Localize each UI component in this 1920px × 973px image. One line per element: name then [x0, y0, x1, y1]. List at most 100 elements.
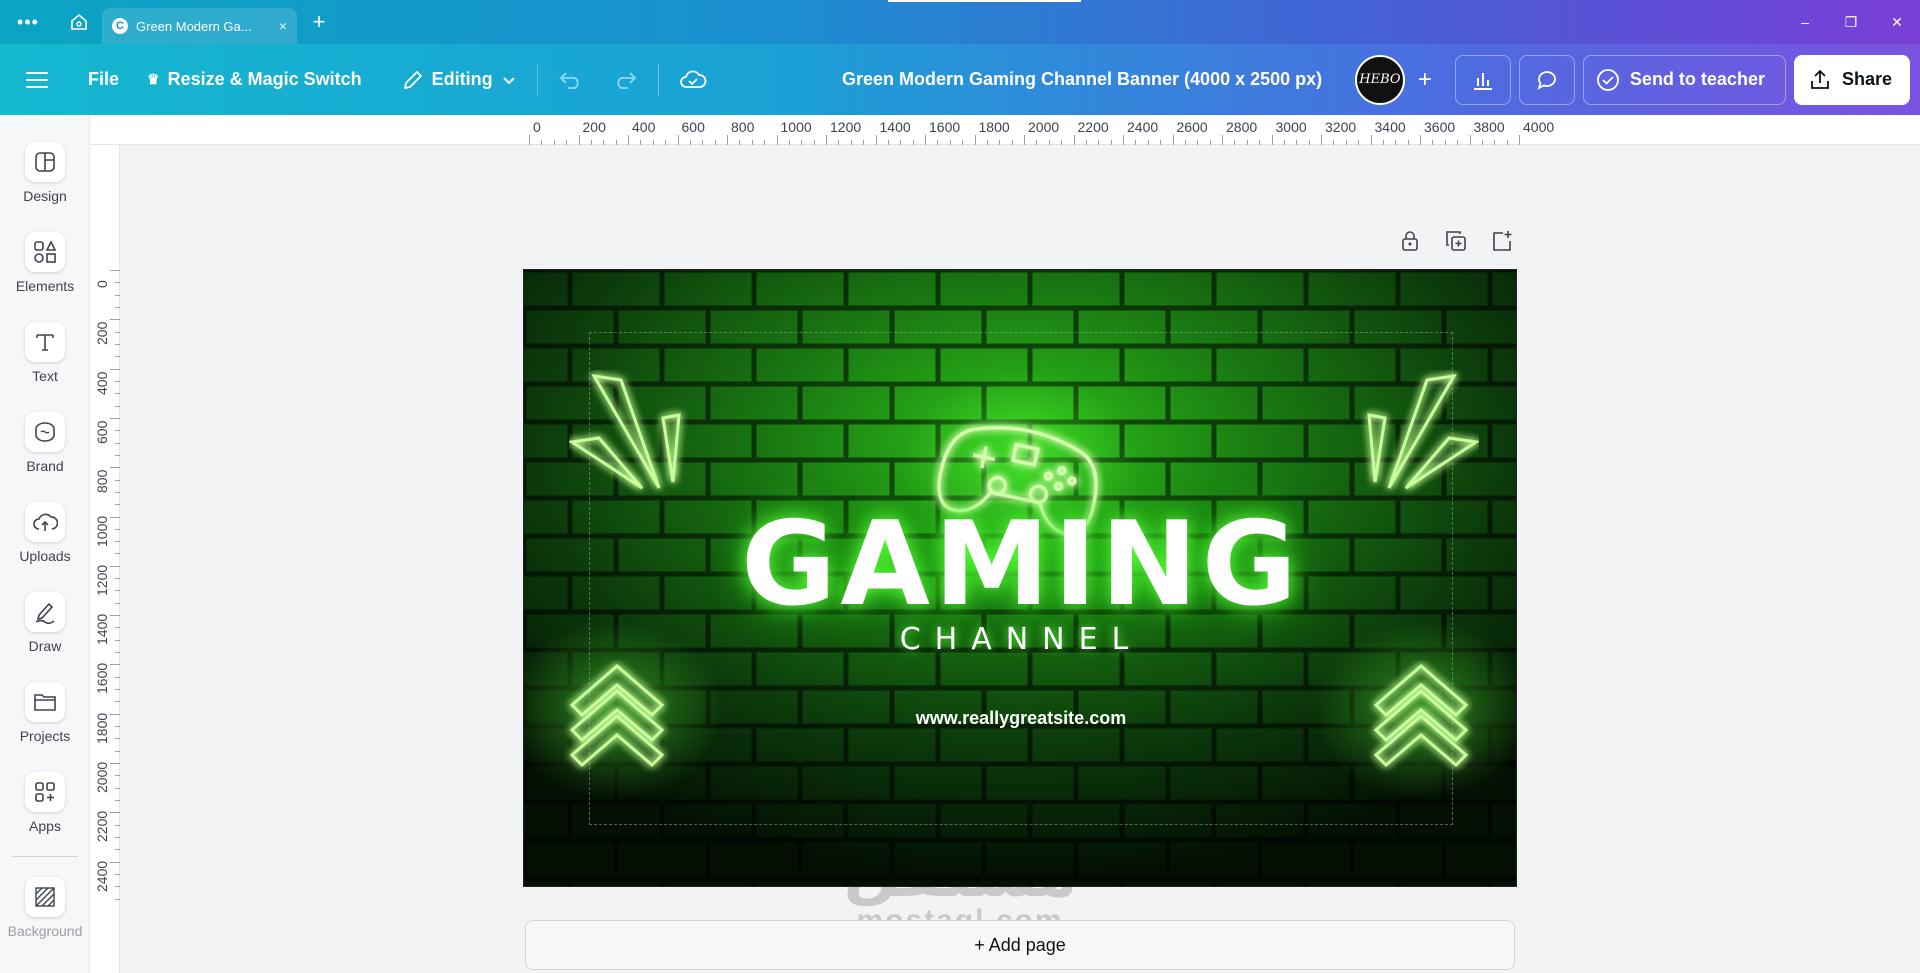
ruler-tick [115, 799, 120, 801]
ruler-tick-label: 3400 [1374, 119, 1406, 135]
ruler-tick-label: 600 [94, 420, 110, 444]
ruler-tick [115, 787, 120, 789]
ruler-tick [115, 528, 120, 530]
editing-mode-button[interactable]: Editing [388, 58, 531, 102]
comment-icon [1537, 70, 1556, 90]
resize-magic-switch-button[interactable]: ♛ Resize & Magic Switch [133, 58, 376, 102]
close-window-button[interactable]: ✕ [1874, 0, 1920, 44]
send-to-teacher-button[interactable]: Send to teacher [1582, 54, 1786, 105]
crown-icon: ♛ [147, 71, 160, 87]
ruler-tick [115, 652, 120, 654]
insights-button[interactable] [1454, 54, 1511, 105]
sidebar-item-text[interactable]: Text [0, 322, 90, 384]
ruler-tick [887, 140, 889, 145]
redo-button[interactable] [598, 58, 652, 102]
restore-button[interactable]: ❐ [1828, 0, 1874, 44]
ruler-tick [115, 689, 120, 691]
ruler-tick-label: 2200 [94, 811, 110, 843]
undo-button[interactable] [544, 58, 598, 102]
sidebar-item-uploads[interactable]: Uploads [0, 502, 90, 564]
lock-page-button[interactable] [1397, 228, 1423, 254]
ruler-tick [875, 135, 877, 145]
ruler-tick-label: 2200 [1077, 119, 1109, 135]
banner-website-url[interactable]: www.reallygreatsite.com [524, 708, 1516, 729]
sidebar-item-label: Projects [19, 728, 71, 744]
ruler-tick [115, 578, 120, 580]
document-title[interactable]: Green Modern Gaming Channel Banner (4000… [842, 44, 1322, 115]
ruler-tick [1110, 140, 1112, 145]
ruler-tick [603, 140, 605, 145]
toolbar-divider [536, 62, 538, 97]
sidebar-item-design[interactable]: Design [0, 142, 90, 204]
editor-toolbar: File ♛ Resize & Magic Switch Editing Gre… [0, 44, 1920, 115]
ruler-tick-label: 200 [94, 321, 110, 346]
cloud-save-status-button[interactable] [665, 58, 721, 102]
ruler-tick [615, 140, 617, 145]
main-menu-button[interactable] [0, 58, 74, 102]
ruler-tick [813, 140, 815, 145]
banner-subtitle[interactable]: CHANNEL [524, 622, 1516, 657]
vertical-ruler[interactable]: 0 200 400 600 800 1000 1200 1400 1600 1800 2000 220… [90, 145, 120, 973]
duplicate-page-button[interactable] [1443, 228, 1469, 254]
pencil-icon [403, 70, 422, 89]
sidebar-item-brand[interactable]: Brand [0, 412, 90, 474]
sidebar-item-apps[interactable]: Apps [0, 772, 90, 834]
add-page-button[interactable]: + Add page [525, 920, 1515, 970]
share-button[interactable]: Share [1793, 54, 1910, 105]
add-collaborator-button[interactable]: + [1403, 55, 1447, 105]
new-tab-button[interactable]: + [297, 0, 341, 44]
ruler-tick-label: 1800 [978, 119, 1010, 135]
ruler-tick [1444, 140, 1446, 145]
add-page-icon-button[interactable] [1489, 228, 1515, 254]
object-panel-sidebar: Design Elements Text Brand Uploads Draw … [0, 115, 90, 973]
sidebar-item-elements[interactable]: Elements [0, 232, 90, 294]
minimize-button[interactable]: – [1782, 0, 1828, 44]
ruler-tick-label: 1400 [879, 119, 911, 135]
ruler-tick-label: 2400 [94, 860, 110, 892]
ruler-tick [115, 701, 120, 703]
ruler-tick [115, 405, 120, 407]
ruler-tick [1085, 140, 1087, 145]
comments-button[interactable] [1518, 54, 1575, 105]
send-to-teacher-label: Send to teacher [1629, 69, 1765, 89]
ruler-tick [115, 504, 120, 506]
ruler-tick [1246, 140, 1248, 145]
ruler-tick [115, 380, 120, 382]
ruler-tick [702, 140, 704, 145]
horizontal-ruler[interactable]: 0 200 400 600 800 1000 1200 1400 1600 1800 2000 220… [90, 115, 1920, 145]
ruler-tick [739, 140, 741, 145]
ruler-tick-label: 400 [632, 119, 656, 135]
ruler-tick [115, 639, 120, 641]
tab-close-icon[interactable]: × [279, 18, 287, 34]
ruler-tick [999, 140, 1001, 145]
design-page-banner[interactable]: GAMING CHANNEL www.reallygreatsite.com [523, 269, 1517, 887]
browser-tab[interactable]: C Green Modern Ga... × [102, 8, 297, 44]
ruler-tick [115, 590, 120, 592]
resize-label: Resize & Magic Switch [167, 69, 362, 89]
file-menu-button[interactable]: File [74, 58, 133, 102]
ruler-tick [115, 491, 120, 493]
sidebar-item-draw[interactable]: Draw [0, 592, 90, 654]
avatar[interactable]: HEBO [1354, 54, 1405, 105]
upload-share-icon [1811, 69, 1829, 89]
ruler-tick [1259, 140, 1261, 145]
brand-icon [25, 412, 65, 452]
ruler-tick [110, 713, 120, 715]
ruler-tick [115, 836, 120, 838]
banner-title[interactable]: GAMING [524, 497, 1516, 632]
ruler-tick [110, 664, 120, 666]
sidebar-item-projects[interactable]: Projects [0, 682, 90, 744]
ruler-tick-label: 1000 [780, 119, 812, 135]
ruler-tick [115, 873, 120, 875]
ruler-tick [826, 135, 827, 145]
home-icon[interactable] [56, 0, 102, 44]
ruler-tick [751, 140, 753, 145]
more-options-icon[interactable]: ••• [0, 0, 56, 44]
sidebar-item-background[interactable]: Background [0, 877, 90, 939]
chevron-down-icon [502, 76, 515, 84]
ruler-tick-label: 800 [94, 469, 110, 494]
browser-titlebar: ••• C Green Modern Ga... × + – ❐ ✕ [0, 0, 1920, 44]
ruler-tick [115, 331, 120, 333]
ruler-tick [1036, 140, 1038, 145]
add-page-icon [1493, 231, 1512, 251]
